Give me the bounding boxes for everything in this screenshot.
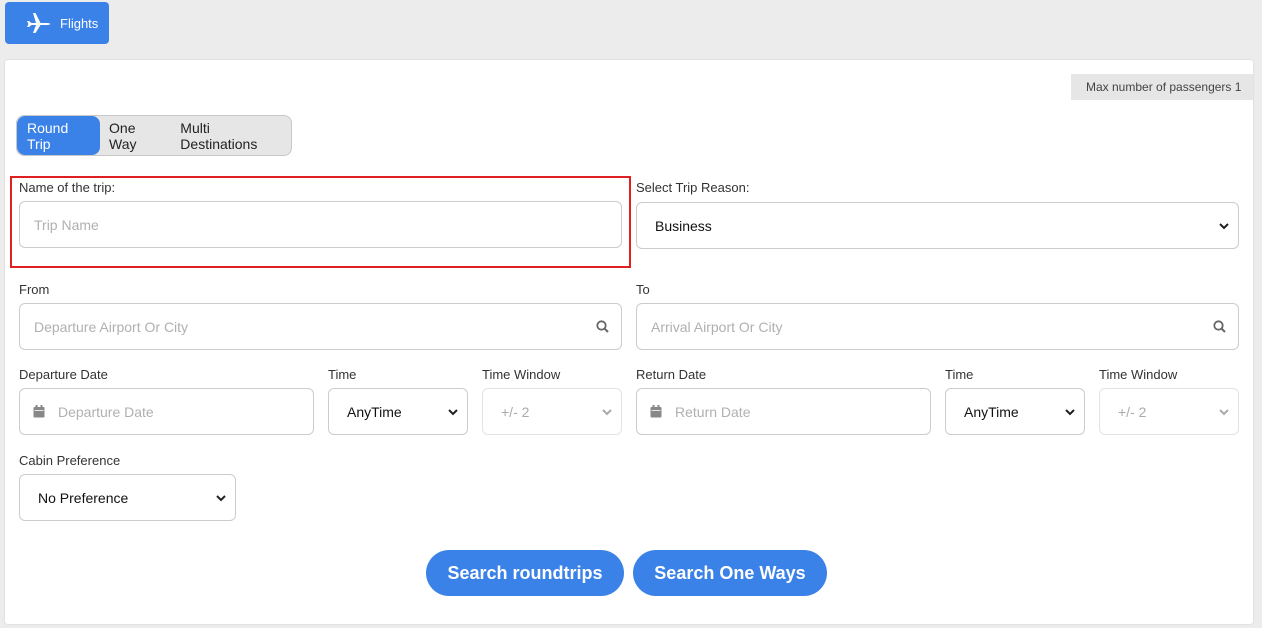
flights-tab-label: Flights [60, 15, 99, 31]
flight-search-card: Max number of passengers 1 Round Trip On… [5, 60, 1253, 624]
chevron-down-icon [1065, 408, 1075, 415]
trip-reason-value: Business [655, 217, 712, 234]
from-input[interactable]: Departure Airport Or City [19, 303, 622, 350]
calendar-icon [33, 405, 45, 418]
chevron-down-icon [1219, 408, 1229, 415]
airplane-icon [27, 13, 51, 33]
trip-reason-label: Select Trip Reason: [636, 180, 750, 195]
return-time-label: Time [945, 367, 974, 382]
departure-time-select[interactable]: AnyTime [328, 388, 468, 435]
return-time-select[interactable]: AnyTime [945, 388, 1085, 435]
search-icon [1213, 320, 1226, 333]
search-roundtrips-button[interactable]: Search roundtrips [426, 550, 624, 596]
to-label: To [636, 282, 650, 297]
trip-reason-select[interactable]: Business [636, 202, 1239, 249]
from-label: From [19, 282, 50, 297]
trip-type-one-way[interactable]: One Way [100, 116, 171, 155]
departure-window-select[interactable]: +/- 2 [482, 388, 622, 435]
to-input[interactable]: Arrival Airport Or City [636, 303, 1239, 350]
departure-date-label: Departure Date [19, 367, 108, 382]
return-date-label: Return Date [636, 367, 707, 382]
search-one-ways-button[interactable]: Search One Ways [633, 550, 827, 596]
departure-time-label: Time [328, 367, 357, 382]
return-window-label: Time Window [1099, 367, 1178, 382]
trip-type-toggle: Round Trip One Way Multi Destinations [16, 115, 292, 156]
departure-date-input[interactable]: Departure Date [19, 388, 314, 435]
max-passengers-badge: Max number of passengers 1 [1071, 74, 1253, 100]
chevron-down-icon [602, 408, 612, 415]
calendar-icon [650, 405, 662, 418]
chevron-down-icon [216, 494, 226, 501]
chevron-down-icon [1219, 222, 1229, 229]
to-placeholder: Arrival Airport Or City [651, 318, 783, 335]
departure-date-placeholder: Departure Date [58, 403, 154, 420]
chevron-down-icon [448, 408, 458, 415]
departure-window-label: Time Window [482, 367, 561, 382]
search-icon [596, 320, 609, 333]
trip-name-input[interactable]: Trip Name [19, 201, 622, 248]
cabin-preference-label: Cabin Preference [19, 453, 121, 468]
cabin-preference-value: No Preference [38, 489, 129, 506]
flights-tab[interactable]: Flights [5, 2, 109, 44]
departure-window-value: +/- 2 [501, 403, 530, 420]
trip-name-label: Name of the trip: [19, 180, 116, 195]
return-window-value: +/- 2 [1118, 403, 1147, 420]
from-placeholder: Departure Airport Or City [34, 318, 189, 335]
return-date-input[interactable]: Return Date [636, 388, 931, 435]
cabin-preference-select[interactable]: No Preference [19, 474, 236, 521]
trip-type-round-trip[interactable]: Round Trip [17, 116, 101, 155]
return-time-value: AnyTime [964, 403, 1019, 420]
return-window-select[interactable]: +/- 2 [1099, 388, 1239, 435]
return-date-placeholder: Return Date [675, 403, 751, 420]
trip-type-multi-destinations[interactable]: Multi Destinations [171, 116, 291, 155]
trip-name-placeholder: Trip Name [34, 216, 99, 233]
departure-time-value: AnyTime [347, 403, 402, 420]
